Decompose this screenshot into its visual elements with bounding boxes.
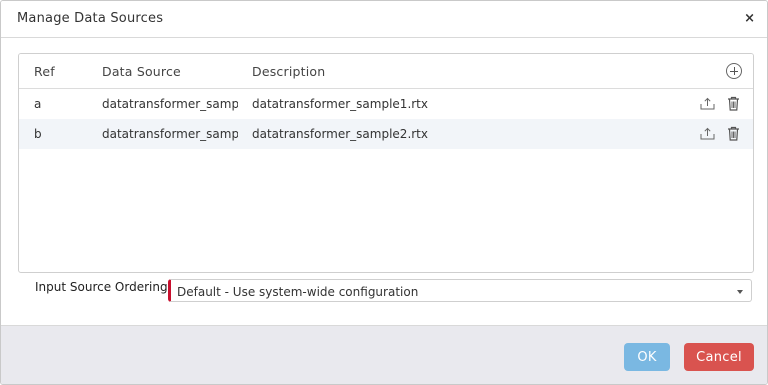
row-data-source: datatransformer_sample1.rtx	[102, 97, 238, 111]
dialog-footer: OK Cancel	[1, 325, 767, 384]
manage-data-sources-dialog: Manage Data Sources × Ref Data Source De…	[0, 0, 768, 385]
upload-icon[interactable]	[700, 127, 715, 140]
row-ref: b	[34, 127, 42, 141]
add-circle-icon[interactable]	[726, 63, 742, 79]
row-data-source: datatransformer_sample2.rtx	[102, 127, 238, 141]
select-value: Default - Use system-wide configuration	[177, 285, 419, 299]
table-row[interactable]: b datatransformer_sample2.rtx datatransf…	[19, 119, 753, 149]
input-source-ordering-select[interactable]: Default - Use system-wide configuration	[168, 279, 752, 302]
trash-icon[interactable]	[727, 126, 740, 141]
input-source-ordering-label: Input Source Ordering:	[35, 280, 172, 294]
cancel-button[interactable]: Cancel	[684, 343, 754, 371]
column-header-description: Description	[252, 64, 326, 79]
row-ref: a	[34, 97, 42, 111]
close-icon[interactable]: ×	[744, 11, 755, 26]
ok-button[interactable]: OK	[624, 343, 670, 371]
dialog-title: Manage Data Sources	[17, 11, 164, 26]
upload-icon[interactable]	[700, 97, 715, 110]
row-description: datatransformer_sample2.rtx	[252, 127, 428, 141]
row-description: datatransformer_sample1.rtx	[252, 97, 428, 111]
column-header-data-source: Data Source	[102, 64, 181, 79]
dialog-header: Manage Data Sources ×	[1, 1, 767, 38]
data-sources-grid: Ref Data Source Description a datatransf…	[18, 53, 754, 273]
trash-icon[interactable]	[727, 96, 740, 111]
table-row[interactable]: a datatransformer_sample1.rtx datatransf…	[19, 89, 753, 119]
column-header-ref: Ref	[34, 64, 55, 79]
chevron-down-icon	[737, 290, 743, 294]
grid-header: Ref Data Source Description	[19, 54, 753, 89]
